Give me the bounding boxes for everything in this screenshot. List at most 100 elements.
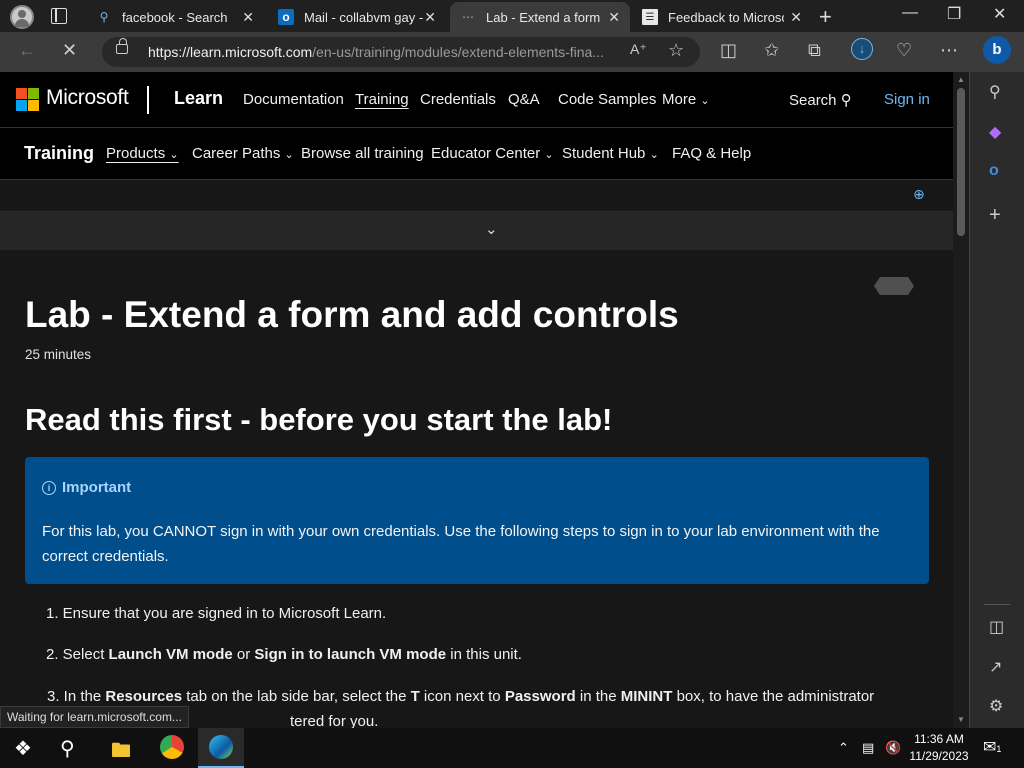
windows-taskbar: ❖ ⚲ 🖿 ⌃ ▤ 🔇 11:36 AM 11/29/2023 ✉1 [0, 728, 1024, 768]
system-clock[interactable]: 11:36 AM 11/29/2023 [905, 731, 973, 765]
tab-facebook-search[interactable]: ⚲ facebook - Search ✕ [86, 2, 264, 32]
add-icon[interactable]: + [989, 204, 1001, 227]
notifications-icon[interactable]: ✉1 [983, 737, 1001, 757]
url-text[interactable]: https://learn.microsoft.com/en-us/traini… [148, 44, 604, 60]
document-icon: ☰ [642, 9, 658, 25]
sidebar-divider [984, 604, 1010, 605]
network-icon[interactable]: ▤ [862, 740, 874, 756]
downloads-icon[interactable]: ↓ [851, 38, 873, 60]
microsoft-logo-icon[interactable] [16, 88, 39, 111]
chevron-down-icon: ⌄ [544, 149, 554, 161]
learn-home-link[interactable]: Learn [174, 88, 223, 109]
tab-feedback[interactable]: ☰ Feedback to Microsoft ✕ [632, 2, 812, 32]
copilot-sidebar-icon[interactable]: ◆ [989, 122, 1001, 142]
close-icon[interactable]: ✕ [424, 9, 436, 26]
tab-label: facebook - Search [122, 9, 228, 25]
nav-more[interactable]: More ⌄ [662, 91, 710, 108]
nav-training[interactable]: Training [355, 91, 409, 108]
tab-label: Mail - collabvm gay - [304, 9, 424, 25]
subnav-products[interactable]: Products ⌄ [106, 145, 179, 162]
subnav-faq[interactable]: FAQ & Help [672, 145, 751, 162]
edge-sidebar: ⚲ ◆ o + ◫ ↗ ⚙ [969, 72, 1024, 728]
minimize-icon[interactable]: — [902, 4, 918, 22]
close-icon[interactable]: ✕ [608, 9, 620, 26]
web-page: Microsoft Learn Documentation Training C… [0, 72, 953, 728]
favorites-icon[interactable]: ✩ [764, 40, 779, 61]
alert-body: For this lab, you CANNOT sign in with yo… [42, 523, 880, 565]
tab-lab[interactable]: ⋯ Lab - Extend a form an ✕ [450, 2, 630, 32]
close-window-icon[interactable]: ✕ [993, 4, 1006, 24]
profile-avatar[interactable] [10, 5, 34, 29]
windows-start-icon[interactable]: ❖ [14, 736, 32, 761]
nav-qa[interactable]: Q&A [508, 91, 540, 108]
search-icon[interactable]: ⚲ [60, 736, 75, 761]
subnav-career-paths[interactable]: Career Paths ⌄ [192, 145, 294, 162]
chrome-icon[interactable] [160, 735, 184, 759]
header-divider [147, 86, 149, 114]
action-strip: ⊕ [0, 180, 953, 212]
outlook-icon: o [278, 9, 294, 25]
alert-header: i Important [42, 479, 131, 496]
favorite-star-icon[interactable]: ☆ [668, 40, 684, 61]
chevron-down-icon: ⌄ [700, 95, 710, 107]
browser-essentials-icon[interactable]: ♡ [896, 40, 912, 61]
more-menu-icon[interactable]: ⋯ [940, 40, 958, 61]
tab-mail[interactable]: o Mail - collabvm gay - ✕ [268, 2, 446, 32]
scroll-down-icon[interactable]: ▼ [957, 715, 965, 724]
subnav-educator-center[interactable]: Educator Center ⌄ [431, 145, 554, 162]
lock-icon[interactable] [116, 38, 128, 54]
clock-time: 11:36 AM [914, 732, 964, 746]
volume-muted-icon[interactable]: 🔇 [885, 740, 901, 756]
outlook-icon[interactable]: o [989, 162, 999, 180]
file-explorer-icon[interactable]: 🖿 [111, 736, 131, 768]
info-icon: i [42, 480, 56, 495]
subnav-title[interactable]: Training [24, 143, 94, 164]
tab-actions-icon[interactable] [51, 8, 67, 24]
sign-in-link[interactable]: Sign in [884, 91, 930, 108]
list-item: 3. In the Resources tab on the lab side … [47, 688, 875, 705]
restore-icon[interactable]: ❐ [947, 4, 961, 24]
module-expander[interactable]: ⌄ [0, 212, 953, 250]
nav-code-samples[interactable]: Code Samples [558, 91, 656, 108]
new-tab-icon[interactable]: + [819, 4, 832, 30]
sidebar-panel-icon[interactable]: ◫ [989, 617, 1004, 637]
chevron-down-icon[interactable]: ⌄ [485, 220, 498, 238]
copilot-icon[interactable]: b [983, 36, 1011, 64]
scroll-thumb[interactable] [957, 88, 965, 236]
status-bar: Waiting for learn.microsoft.com... [0, 706, 189, 728]
important-alert: i Important For this lab, you CANNOT sig… [25, 457, 929, 584]
subnav-browse-all[interactable]: Browse all training [301, 145, 424, 162]
search-icon[interactable]: ⚲ [989, 82, 1001, 102]
browser-toolbar: ← ✕ https://learn.microsoft.com/en-us/tr… [0, 32, 1024, 72]
page-scrollbar[interactable]: ▲ ▼ [953, 72, 969, 728]
brand-name[interactable]: Microsoft [46, 86, 129, 110]
close-icon[interactable]: ✕ [242, 9, 254, 26]
alert-title: Important [62, 479, 132, 496]
split-screen-icon[interactable]: ◫ [720, 40, 737, 61]
site-header: Microsoft Learn Documentation Training C… [0, 72, 953, 128]
read-aloud-icon[interactable]: A⁺ [630, 41, 647, 58]
close-icon[interactable]: ✕ [790, 9, 802, 26]
open-external-icon[interactable]: ↗ [989, 657, 1002, 677]
progress-badge-icon [874, 277, 914, 295]
duration-text: 25 minutes [25, 347, 92, 362]
gear-icon[interactable]: ⚙ [989, 696, 1003, 716]
edge-taskbar-active[interactable] [198, 728, 244, 768]
page-title: Lab - Extend a form and add controls [25, 294, 679, 335]
chevron-up-icon[interactable]: ⌃ [838, 740, 849, 756]
list-item-continued: tered for you. [290, 713, 379, 728]
search-button[interactable]: Search ⚲ [789, 91, 852, 109]
nav-documentation[interactable]: Documentation [243, 91, 344, 108]
stop-loading-icon[interactable]: ✕ [62, 40, 77, 61]
scroll-up-icon[interactable]: ▲ [957, 75, 965, 84]
add-plus-icon[interactable]: ⊕ [913, 186, 925, 203]
back-icon[interactable]: ← [18, 40, 36, 61]
subnav-student-hub[interactable]: Student Hub ⌄ [562, 145, 659, 162]
nav-credentials[interactable]: Credentials [420, 91, 496, 108]
list-item: 1. Ensure that you are signed in to Micr… [46, 605, 387, 622]
edge-icon [209, 735, 233, 759]
address-bar[interactable]: https://learn.microsoft.com/en-us/traini… [102, 37, 700, 67]
chevron-down-icon: ⌄ [284, 149, 294, 161]
training-subnav: Training Products ⌄ Career Paths ⌄ Brows… [0, 128, 953, 180]
collections-icon[interactable]: ⧉ [808, 40, 821, 61]
